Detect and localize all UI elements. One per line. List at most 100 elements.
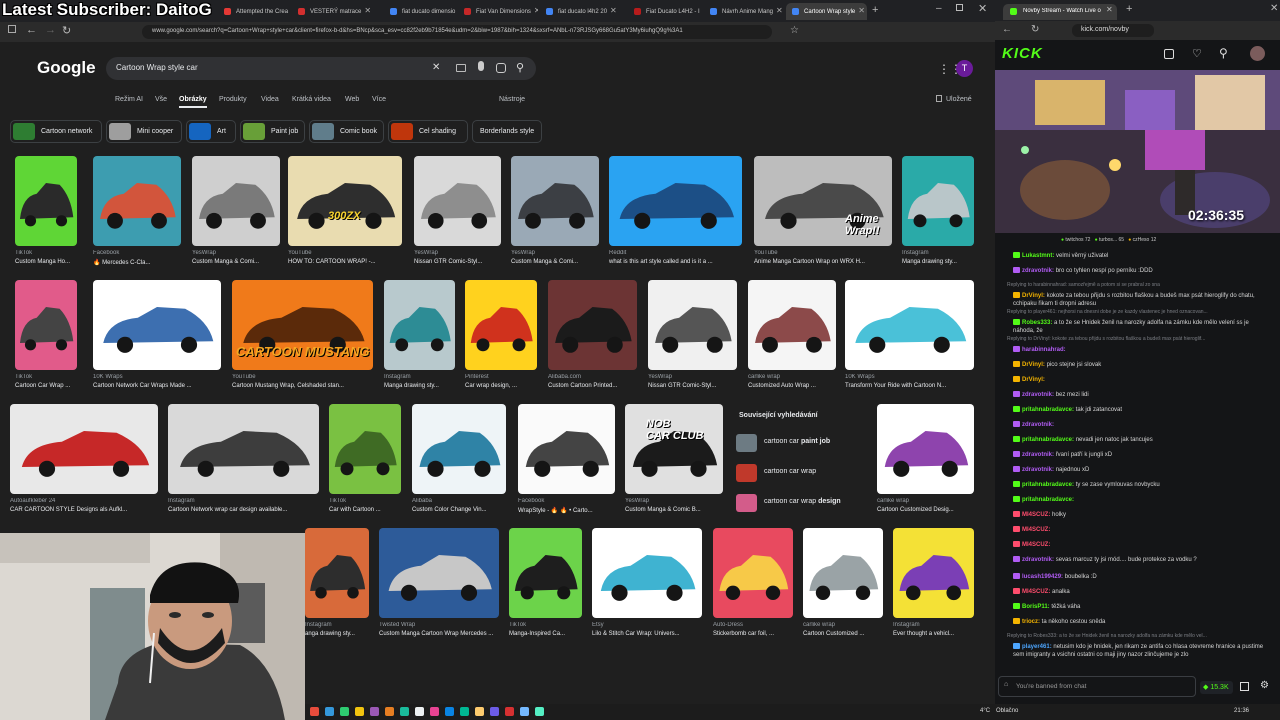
result-title[interactable]: Custom Cartoon Printed... (548, 383, 645, 389)
result-source[interactable]: carlike wrap (803, 622, 891, 631)
sidebar-toggle-icon[interactable] (8, 25, 16, 33)
taskbar-app-icon[interactable] (400, 707, 409, 716)
result-title[interactable]: Cartoon Mustang Wrap, Celshaded stan... (232, 383, 381, 389)
result-title[interactable]: WrapStyle - 🔥 🔥 • Carto... (518, 507, 623, 514)
chat-username[interactable]: DrVinyl: (1022, 377, 1045, 383)
chat-username[interactable]: player461: (1022, 644, 1052, 650)
chat-username[interactable]: zdravotnik: (1022, 452, 1054, 458)
result-title[interactable]: Customized Auto Wrap ... (748, 383, 844, 389)
result-title[interactable]: Nissan GTR Comic-Styl... (648, 383, 745, 389)
tools-button[interactable]: Nástroje (499, 96, 525, 103)
result-source[interactable]: 10K Wraps (845, 374, 982, 383)
result-title[interactable]: Cartoon Customized ... (803, 631, 891, 637)
result-title[interactable]: Custom Manga & Comi... (511, 259, 607, 265)
result-title[interactable]: Custom Manga & Comic B... (625, 507, 731, 513)
result-source[interactable]: Facebook (93, 250, 189, 259)
new-tab-icon[interactable]: + (872, 4, 878, 16)
chat-username[interactable]: pritahnabradavce: (1022, 497, 1074, 503)
result-source[interactable]: Twisted Wrap (379, 622, 507, 631)
result-source[interactable]: Etsy (592, 622, 710, 631)
result-image[interactable] (288, 156, 402, 246)
chat-username[interactable]: Lukastmnt: (1022, 253, 1054, 259)
heart-icon[interactable]: ♡ (1192, 47, 1202, 60)
result-source[interactable]: TikTok (509, 622, 590, 631)
kicks-balance[interactable]: ◆ 15.3K (1200, 681, 1233, 694)
taskbar-app-icon[interactable] (535, 707, 544, 716)
weather-label[interactable]: Oblačno (996, 708, 1018, 714)
tab-all[interactable]: Vše (155, 96, 167, 103)
result-title[interactable]: Stickerbomb car foil, ... (713, 631, 801, 637)
result-source[interactable]: Alibaba (412, 498, 514, 507)
result-title[interactable]: 🔥 Mercedes C-Cla... (93, 259, 189, 266)
result-image[interactable] (877, 404, 974, 494)
taskbar-app-icon[interactable] (460, 707, 469, 716)
result-image[interactable] (465, 280, 537, 370)
result-title[interactable]: Cartoon Network wrap car design availabl… (168, 507, 327, 513)
close-window-icon[interactable]: ✕ (978, 2, 987, 15)
chat-username[interactable]: MI4SCUZ: (1022, 542, 1050, 548)
result-image[interactable] (803, 528, 883, 618)
result-source[interactable]: 10K Wraps (93, 374, 229, 383)
right-tab-close-icon[interactable]: ✕ (1106, 5, 1113, 14)
result-title[interactable]: Nissan GTR Comic-Styl... (414, 259, 509, 265)
chat-settings-gear-icon[interactable]: ⚙ (1260, 680, 1269, 691)
chat-username[interactable]: zdravotnik: (1022, 557, 1054, 563)
account-avatar[interactable]: T (956, 60, 973, 77)
chat-username[interactable]: pritahnabradavce: (1022, 437, 1074, 443)
result-image[interactable] (379, 528, 499, 618)
chat-username[interactable]: zdravotnik: (1022, 422, 1054, 428)
result-title[interactable]: CAR CARTOON STYLE Designs als Aufkl... (10, 507, 166, 513)
result-title[interactable]: Custom Manga Ho... (15, 259, 85, 265)
kick-avatar[interactable] (1250, 46, 1265, 61)
taskbar-app-icon[interactable] (370, 707, 379, 716)
result-title[interactable]: what is this art style called and is it … (609, 259, 750, 265)
result-title[interactable]: Manga-Inspired Ca... (509, 631, 590, 637)
result-image[interactable] (509, 528, 582, 618)
result-source[interactable]: YesWrap (414, 250, 509, 259)
result-image[interactable] (93, 280, 221, 370)
taskbar-app-icon[interactable] (490, 707, 499, 716)
result-source[interactable]: Alibaba.com (548, 374, 645, 383)
taskbar-app-icon[interactable] (430, 707, 439, 716)
result-image[interactable] (305, 528, 369, 618)
result-title[interactable]: Custom Manga Cartoon Wrap Mercedes ... (379, 631, 507, 637)
maximize-icon[interactable] (956, 4, 963, 11)
result-source[interactable]: Auto-Dress (713, 622, 801, 631)
result-title[interactable]: Car wrap design, ... (465, 383, 545, 389)
taskbar-app-icon[interactable] (520, 707, 529, 716)
result-image[interactable] (609, 156, 742, 246)
result-image[interactable] (329, 404, 401, 494)
browser-tab[interactable]: Cartoon Wrap style ✕ (786, 3, 867, 20)
result-title[interactable]: Cartoon Network Car Wraps Made ... (93, 383, 229, 389)
minimize-icon[interactable]: – (936, 3, 942, 14)
chat-username[interactable]: zdravotnik: (1022, 268, 1054, 274)
search-input[interactable]: Cartoon Wrap style car (116, 63, 198, 72)
result-source[interactable]: Instagram (902, 250, 982, 259)
right-close-window-icon[interactable]: ✕ (1270, 3, 1278, 14)
tab-images[interactable]: Obrázky (179, 96, 207, 103)
chat-username[interactable]: zdravotnik: (1022, 392, 1054, 398)
clear-search-icon[interactable]: ✕ (432, 62, 440, 73)
taskbar-app-icon[interactable] (415, 707, 424, 716)
gift-icon[interactable] (1164, 49, 1174, 59)
microphone-icon[interactable] (478, 61, 484, 71)
result-image[interactable] (15, 156, 77, 246)
result-source[interactable]: carlike wrap (877, 498, 982, 507)
tab-close-icon[interactable]: ✕ (534, 6, 538, 15)
result-title[interactable]: Manga drawing sty... (902, 259, 982, 265)
result-title[interactable]: HOW TO: CARTOON WRAP! -... (288, 259, 410, 265)
taskbar-app-icon[interactable] (505, 707, 514, 716)
chat-username[interactable]: triocz: (1022, 619, 1040, 625)
tab-close-icon[interactable]: ✕ (858, 6, 865, 15)
taskbar-app-icon[interactable] (385, 707, 394, 716)
weather-temp[interactable]: 4°C (980, 708, 990, 714)
tab-close-icon[interactable]: ✕ (364, 6, 371, 15)
browser-tab[interactable]: fiat ducato l4h2 20 ✕ (540, 3, 626, 20)
result-source[interactable]: Facebook (518, 498, 623, 507)
chat-username[interactable]: MI4SCUZ: (1022, 589, 1050, 595)
chat-username[interactable]: BorisP11: (1022, 604, 1050, 610)
chat-username[interactable]: pritahnabradavce: (1022, 407, 1074, 413)
result-source[interactable]: Autoaufkleber 24 (10, 498, 166, 507)
result-image[interactable] (10, 404, 158, 494)
tab-ai-mode[interactable]: Režim AI (115, 96, 143, 103)
